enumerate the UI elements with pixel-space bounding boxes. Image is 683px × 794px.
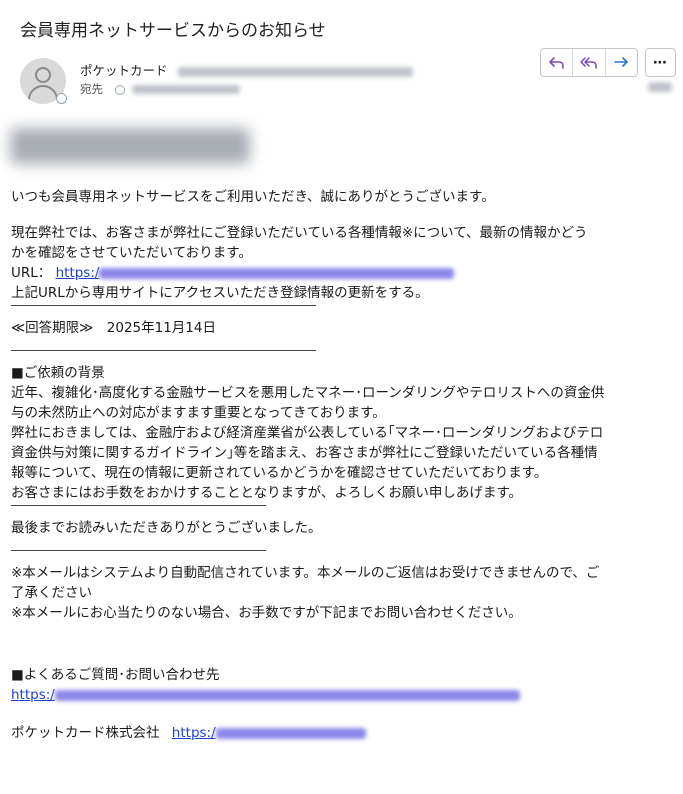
forward-button[interactable] — [606, 49, 637, 76]
message-actions — [540, 48, 638, 77]
reply-all-button[interactable] — [573, 49, 606, 76]
faq-link[interactable]: https:/ — [11, 687, 520, 703]
company-name: ポケットカード株式会社 — [11, 725, 160, 741]
phishing-link[interactable]: https:/ — [56, 265, 455, 281]
notice-line-1: ※本メールはシステムより自動配信されています。本メールのご返信はお受けできません… — [11, 565, 600, 581]
email-subject: 会員専用ネットサービスからのお知らせ — [20, 21, 326, 41]
notice-line-3: ※本メールにお心当たりのない場合、お手数ですが下記までお問い合わせください。 — [11, 605, 522, 621]
intro-line-2: かを確認をさせていただいております。 — [11, 245, 252, 261]
background-line-1: 近年、複雑化･高度化する金融サービスを悪用したマネー･ローンダリングやテロリスト… — [11, 385, 605, 401]
company-link[interactable]: https:/ — [172, 725, 366, 741]
background-line-2: 与の未然防止への対応がますます重要となってきております。 — [11, 405, 386, 421]
greeting: いつも会員専用ネットサービスをご利用いただき、誠にありがとうございます。 — [11, 189, 495, 205]
reply-button[interactable] — [541, 49, 574, 76]
avatar-head-shape — [35, 67, 51, 83]
sender-name: ポケットカード — [80, 63, 168, 78]
sender-address-redacted — [177, 66, 413, 77]
avatar-body-shape — [28, 85, 58, 104]
notice-line-2: 了承ください — [11, 585, 92, 601]
sender-line[interactable]: ポケットカード — [80, 60, 413, 79]
faq-heading: ■よくあるご質問･お問い合わせ先 — [11, 667, 220, 683]
recipient-address-redacted — [132, 85, 241, 94]
faq-url-line: https:/ — [11, 685, 671, 705]
background-line-3: 弊社におきましては、金融庁および経済産業省が公表している｢マネー･ローンダリング… — [11, 425, 604, 441]
company-line: ポケットカード株式会社 https:/ — [11, 723, 671, 743]
intro-line-1: 現在弊社では、お客さまが弊社にご登録いただいている各種情報※について、最新の情報… — [11, 225, 588, 241]
divider — [11, 350, 316, 351]
thanks-line: 最後までお読みいただきありがとうございました。 — [11, 520, 322, 536]
divider — [11, 305, 316, 306]
background-heading: ■ご依頼の背景 — [11, 365, 105, 381]
redacted-recipient-name — [10, 128, 250, 164]
reply-icon — [548, 56, 564, 69]
background-line-6: お客さまにはお手数をおかけすることとなりますが、よろしくお願い申しあげます。 — [11, 485, 522, 501]
background-line-5: 報等について、現在の情報に更新されているかどうかを確認させていただいております。 — [11, 465, 548, 481]
url-line: URL： https:/ — [11, 263, 671, 283]
update-request: 上記URLから専用サイトにアクセスいただき登録情報の更新をする。 — [11, 285, 429, 301]
presence-status-icon — [56, 93, 67, 104]
divider — [11, 505, 266, 506]
recipient-line: 宛先 — [80, 81, 241, 97]
reply-all-icon — [580, 56, 597, 69]
message-body: いつも会員専用ネットサービスをご利用いただき、誠にありがとうございます。 現在弊… — [11, 187, 671, 743]
answer-deadline: ≪回答期限≫ 2025年11月14日 — [11, 320, 216, 336]
url-label: URL： — [11, 265, 52, 281]
background-line-4: 資金供与対策に関するガイドライン｣等を踏まえ、お客さまが弊社にご登録いただいてい… — [11, 445, 598, 461]
forward-icon — [614, 56, 629, 67]
recipient-status-icon — [114, 84, 125, 95]
divider — [11, 550, 266, 551]
more-actions-button[interactable]: ⋯ — [645, 48, 676, 77]
received-date-redacted — [648, 82, 672, 92]
to-label: 宛先 — [80, 82, 103, 96]
